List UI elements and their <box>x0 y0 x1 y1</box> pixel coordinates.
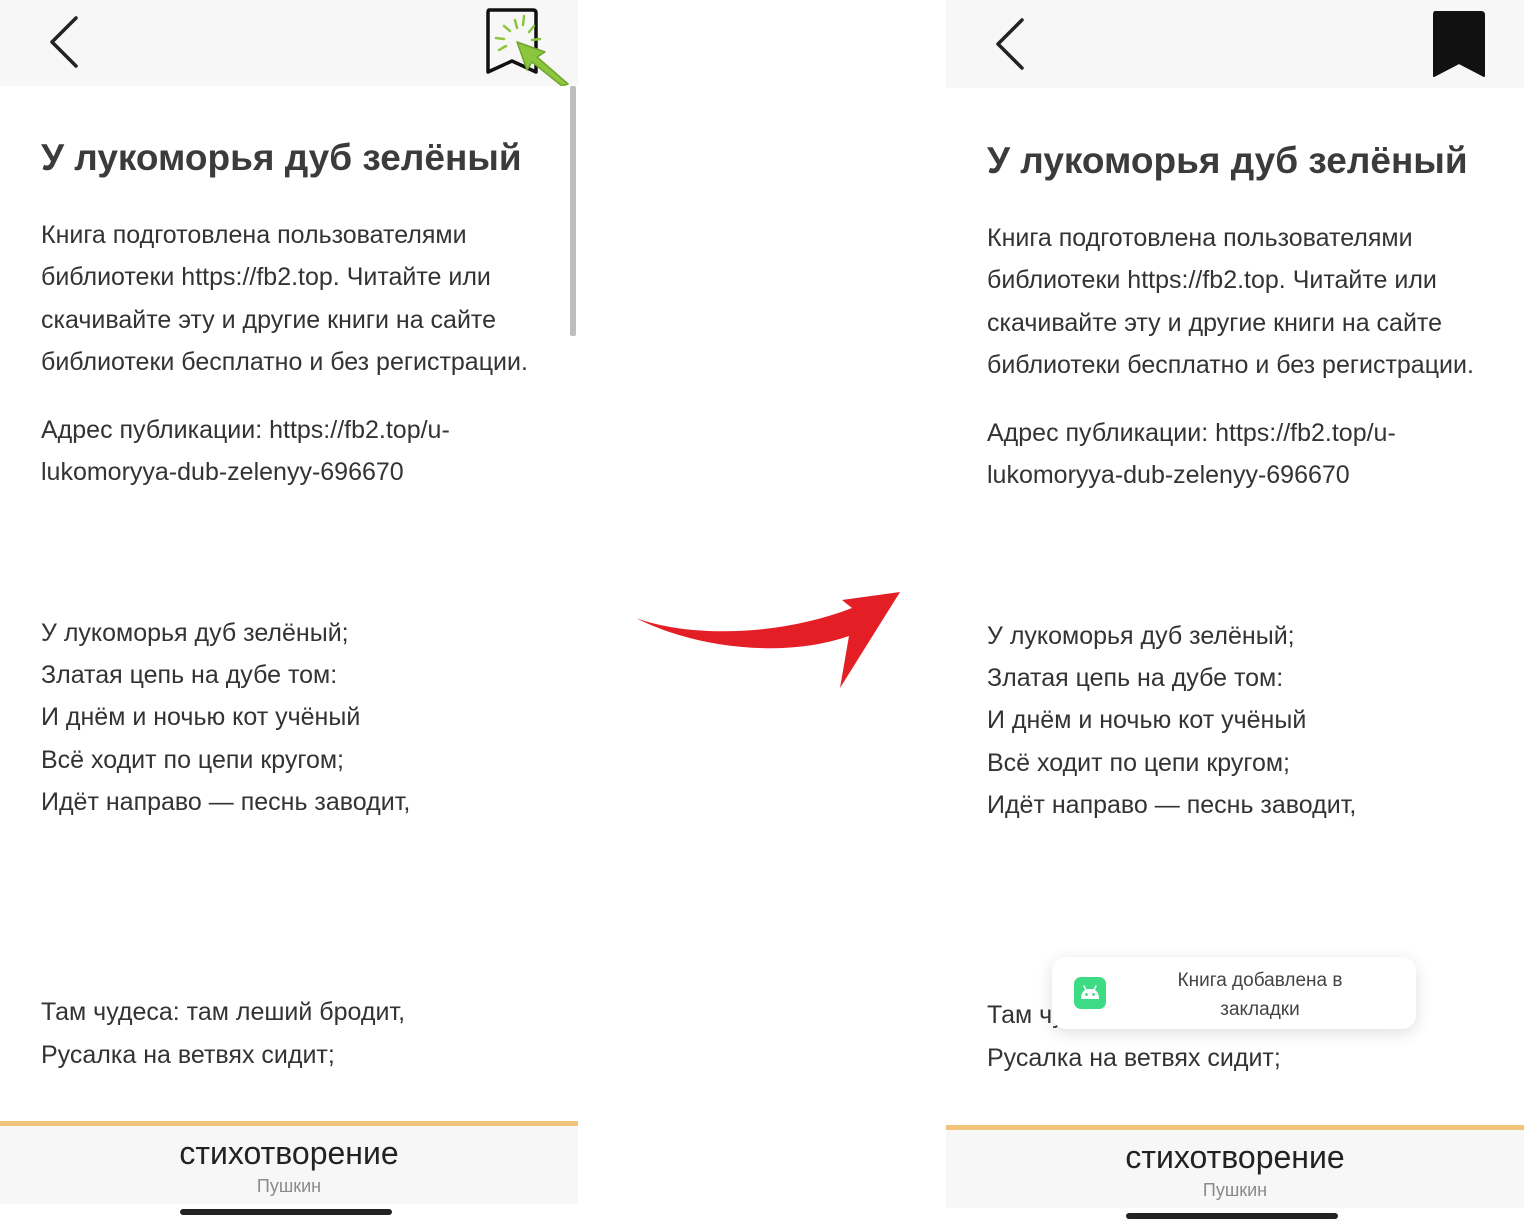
chevron-left-icon <box>996 18 1024 70</box>
poem-line: Златая цепь на дубе том: <box>987 664 1284 693</box>
android-icon <box>1074 977 1106 1009</box>
poem-line: У лукоморья дуб зелёный; <box>987 621 1295 650</box>
bookmark-toast: Книга добавлена в закладки <box>1052 957 1416 1029</box>
home-indicator[interactable] <box>1126 1213 1338 1219</box>
reader-content: У лукоморья дуб зелёный Книга подготовле… <box>987 89 1497 1079</box>
toast-message: Книга добавлена в закладки <box>1132 966 1388 1024</box>
poem-stanza: У лукоморья дуб зелёный; Златая цепь на … <box>41 612 551 823</box>
bottom-bar[interactable]: стихотворение Пушкин <box>946 1125 1524 1208</box>
scrollbar[interactable] <box>570 86 576 336</box>
home-indicator[interactable] <box>180 1209 392 1215</box>
poem-stanza: Там чудеса: там леший бродит, Русалка на… <box>41 991 551 1076</box>
poem-line: Там чудеса: там леший бродит, <box>41 998 406 1027</box>
top-bar <box>0 0 578 87</box>
poem-line: Идёт направо — песнь заводит, <box>41 787 411 816</box>
bottom-bar-author: Пушкин <box>256 1176 322 1196</box>
poem-line: Златая цепь на дубе том: <box>41 661 338 690</box>
poem-line: Русалка на ветвях сидит; <box>987 1043 1281 1072</box>
bookmark-button[interactable] <box>1430 8 1490 80</box>
poem-line: Всё ходит по цепи кругом; <box>41 745 344 774</box>
bottom-bar-title: стихотворение <box>1125 1139 1345 1175</box>
publication-address: Адрес публикации: https://fb2.top/u-luko… <box>987 419 1396 490</box>
back-button[interactable] <box>988 14 1034 74</box>
book-title: У лукоморья дуб зелёный <box>987 140 1468 181</box>
poem-line: Идёт направо — песнь заводит, <box>987 790 1357 819</box>
bookmark-filled-icon <box>1433 11 1485 77</box>
intro-text: Книга подготовлена пользователями библио… <box>987 224 1474 379</box>
toast-line: Книга добавлена в <box>1177 970 1343 991</box>
poem-line: У лукоморья дуб зелёный; <box>41 618 349 647</box>
curved-arrow-icon <box>636 592 900 688</box>
top-bar <box>946 0 1524 88</box>
screen-after: У лукоморья дуб зелёный Книга подготовле… <box>946 0 1524 1232</box>
bottom-bar-author: Пушкин <box>1202 1180 1268 1200</box>
bottom-bar[interactable]: стихотворение Пушкин <box>0 1121 578 1204</box>
poem-line: И днём и ночью кот учёный <box>987 706 1307 735</box>
intro-text: Книга подготовлена пользователями библио… <box>41 221 528 376</box>
reader-content: У лукоморья дуб зелёный Книга подготовле… <box>41 86 551 1076</box>
poem-line: Русалка на ветвях сидит; <box>41 1040 335 1069</box>
bottom-bar-title: стихотворение <box>179 1135 399 1171</box>
bookmark-button[interactable] <box>482 6 572 87</box>
chevron-left-icon <box>50 16 78 68</box>
poem-line: И днём и ночью кот учёный <box>41 703 361 732</box>
screen-before: У лукоморья дуб зелёный Книга подготовле… <box>0 0 578 1232</box>
toast-line: закладки <box>1220 999 1300 1020</box>
poem-stanza: У лукоморья дуб зелёный; Златая цепь на … <box>987 615 1497 826</box>
book-title: У лукоморья дуб зелёный <box>41 137 522 178</box>
back-button[interactable] <box>42 12 88 72</box>
pointer-arrow-icon <box>516 41 569 87</box>
poem-line: Всё ходит по цепи кругом; <box>987 748 1290 777</box>
publication-address: Адрес публикации: https://fb2.top/u-luko… <box>41 416 450 487</box>
